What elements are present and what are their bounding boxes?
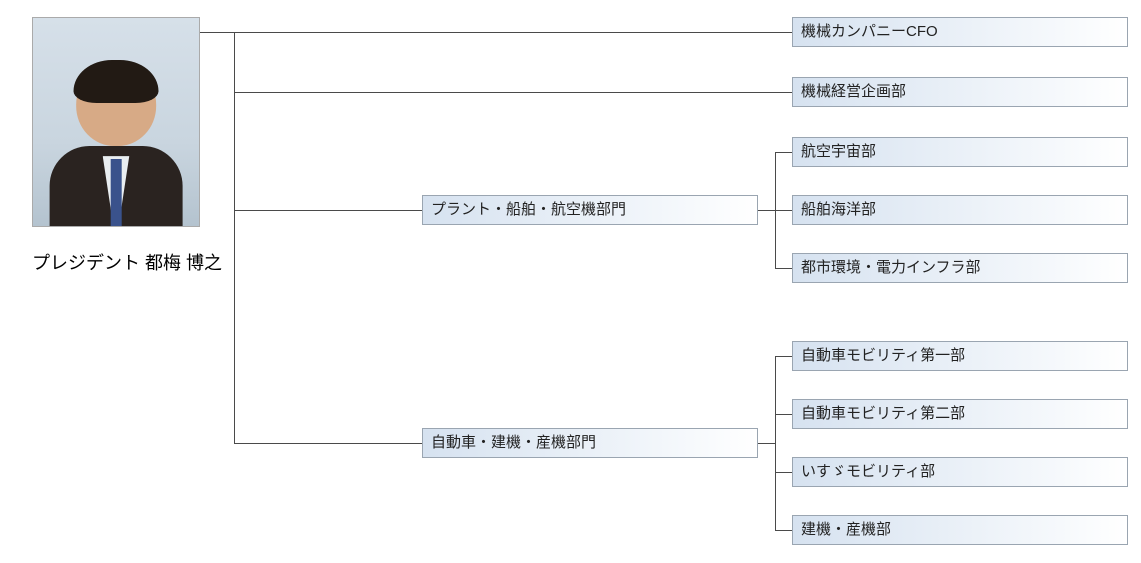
connector <box>234 443 422 444</box>
connector <box>234 32 235 443</box>
president-figure <box>50 60 183 226</box>
connector <box>775 268 792 269</box>
node-dept-1-3: 建機・産機部 <box>792 515 1128 545</box>
connector <box>775 414 792 415</box>
node-planning: 機械経営企画部 <box>792 77 1128 107</box>
connector <box>758 210 775 211</box>
node-dept-0-0: 航空宇宙部 <box>792 137 1128 167</box>
connector <box>234 92 792 93</box>
connector <box>775 356 792 357</box>
president-title: プレジデント 都梅 博之 <box>32 249 200 275</box>
node-division-0: プラント・船舶・航空機部門 <box>422 195 758 225</box>
node-cfo-label: 機械カンパニーCFO <box>801 23 938 40</box>
node-division-1: 自動車・建機・産機部門 <box>422 428 758 458</box>
node-dept-0-2-label: 都市環境・電力インフラ部 <box>801 259 981 276</box>
connector <box>758 443 775 444</box>
connector <box>234 210 422 211</box>
connector <box>775 210 792 211</box>
node-division-1-label: 自動車・建機・産機部門 <box>431 434 596 451</box>
connector <box>775 152 792 153</box>
node-dept-0-0-label: 航空宇宙部 <box>801 143 876 160</box>
node-dept-0-2: 都市環境・電力インフラ部 <box>792 253 1128 283</box>
node-cfo: 機械カンパニーCFO <box>792 17 1128 47</box>
node-dept-0-1-label: 船舶海洋部 <box>801 201 876 218</box>
connector <box>200 32 234 33</box>
node-dept-1-0-label: 自動車モビリティ第一部 <box>801 347 965 364</box>
node-dept-1-2-label: いすゞモビリティ部 <box>801 463 935 480</box>
connector <box>775 472 792 473</box>
node-dept-1-2: いすゞモビリティ部 <box>792 457 1128 487</box>
president-block: プレジデント 都梅 博之 <box>32 17 200 275</box>
connector <box>775 356 776 530</box>
node-dept-1-1: 自動車モビリティ第二部 <box>792 399 1128 429</box>
node-dept-1-1-label: 自動車モビリティ第二部 <box>801 405 965 422</box>
connector <box>775 530 792 531</box>
president-name: 都梅 博之 <box>145 253 222 273</box>
node-planning-label: 機械経営企画部 <box>801 83 906 100</box>
president-photo <box>32 17 200 227</box>
connector <box>234 32 792 33</box>
node-dept-1-3-label: 建機・産機部 <box>801 521 891 538</box>
president-title-prefix: プレジデント <box>32 253 140 273</box>
node-division-0-label: プラント・船舶・航空機部門 <box>431 201 626 218</box>
node-dept-1-0: 自動車モビリティ第一部 <box>792 341 1128 371</box>
node-dept-0-1: 船舶海洋部 <box>792 195 1128 225</box>
